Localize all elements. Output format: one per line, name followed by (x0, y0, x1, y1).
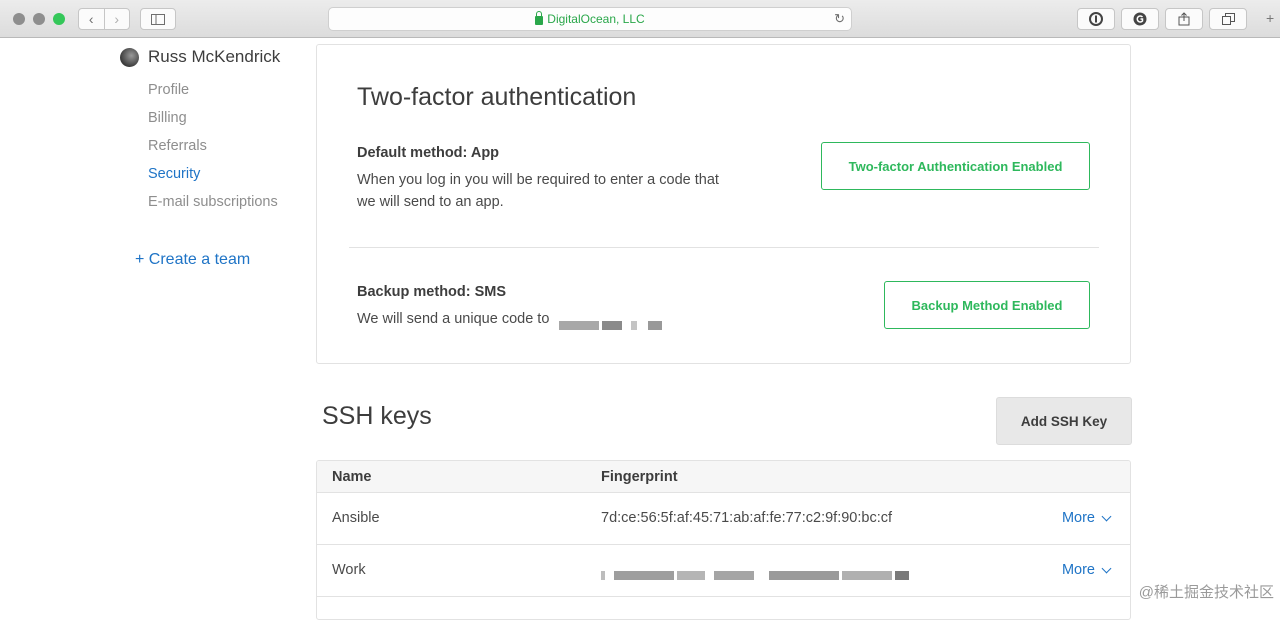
avatar (120, 48, 139, 67)
sidebar-item-referrals[interactable]: Referrals (148, 138, 207, 154)
share-icon (1178, 12, 1190, 26)
watermark: @稀土掘金技术社区 (1139, 581, 1274, 602)
sidebar-item-security[interactable]: Security (148, 166, 200, 182)
back-button[interactable]: ‹ (79, 9, 104, 29)
share-button[interactable] (1165, 8, 1203, 30)
password-extension-button[interactable] (1077, 8, 1115, 30)
url-text: DigitalOcean, LLC (547, 12, 644, 26)
column-fingerprint-header: Fingerprint (601, 469, 678, 485)
grammarly-extension-button[interactable] (1121, 8, 1159, 30)
lock-icon (535, 16, 543, 25)
grammarly-icon (1133, 12, 1147, 26)
chevron-down-icon (1102, 563, 1112, 573)
backup-method-label: We will send a unique code to (357, 311, 549, 327)
tabs-icon (1222, 13, 1235, 25)
two-factor-title: Two-factor authentication (357, 83, 636, 112)
two-factor-enabled-button[interactable]: Two-factor Authentication Enabled (821, 142, 1090, 190)
new-tab-icon[interactable]: + (1266, 10, 1280, 28)
account-sidebar: Russ McKendrick Profile Billing Referral… (120, 46, 280, 68)
key-name: Ansible (332, 510, 380, 526)
password-manager-icon (1089, 12, 1103, 26)
window-close-button[interactable] (13, 13, 25, 25)
user-header: Russ McKendrick (120, 46, 280, 68)
forward-button[interactable]: › (104, 9, 130, 29)
redacted-fingerprint (601, 564, 912, 580)
two-factor-card: Two-factor authentication Default method… (316, 44, 1131, 364)
more-dropdown[interactable]: More (1062, 562, 1110, 578)
tabs-overview-button[interactable] (1209, 8, 1247, 30)
default-method-line1: When you log in you will be required to … (357, 169, 719, 191)
key-name: Work (332, 562, 366, 578)
add-ssh-key-button[interactable]: Add SSH Key (996, 397, 1132, 445)
table-row: Ansible 7d:ce:56:5f:af:45:71:ab:af:fe:77… (317, 493, 1130, 545)
sidebar-item-email-subscriptions[interactable]: E-mail subscriptions (148, 194, 278, 210)
more-label: More (1062, 562, 1095, 578)
backup-method-enabled-button[interactable]: Backup Method Enabled (884, 281, 1090, 329)
ssh-keys-table: Name Fingerprint Ansible 7d:ce:56:5f:af:… (316, 460, 1131, 620)
default-method-line2: we will send to an app. (357, 191, 504, 213)
backup-method-text: We will send a unique code to (357, 308, 665, 330)
chevron-down-icon (1102, 511, 1112, 521)
column-name-header: Name (332, 469, 372, 485)
create-team-link[interactable]: + Create a team (135, 251, 250, 269)
key-fingerprint: 7d:ce:56:5f:af:45:71:ab:af:fe:77:c2:9f:9… (601, 510, 892, 526)
table-header: Name Fingerprint (317, 461, 1130, 493)
sidebar-item-billing[interactable]: Billing (148, 110, 187, 126)
redacted-phone-number (559, 315, 665, 324)
ssh-keys-title: SSH keys (322, 402, 432, 431)
section-divider (349, 247, 1099, 248)
user-name: Russ McKendrick (148, 47, 280, 67)
sidebar-icon (151, 14, 165, 25)
window-minimize-button[interactable] (33, 13, 45, 25)
backup-method-heading: Backup method: SMS (357, 284, 506, 300)
browser-toolbar: ‹ › DigitalOcean, LLC ↻ + (0, 0, 1280, 38)
more-dropdown[interactable]: More (1062, 510, 1110, 526)
table-row: Work More (317, 545, 1130, 597)
sidebar-item-profile[interactable]: Profile (148, 82, 189, 98)
address-bar[interactable]: DigitalOcean, LLC ↻ (328, 7, 852, 31)
sidebar-toggle-button[interactable] (140, 8, 176, 30)
reload-icon[interactable]: ↻ (834, 11, 845, 27)
more-label: More (1062, 510, 1095, 526)
window-maximize-button[interactable] (53, 13, 65, 25)
history-nav: ‹ › (78, 8, 130, 30)
default-method-heading: Default method: App (357, 145, 499, 161)
